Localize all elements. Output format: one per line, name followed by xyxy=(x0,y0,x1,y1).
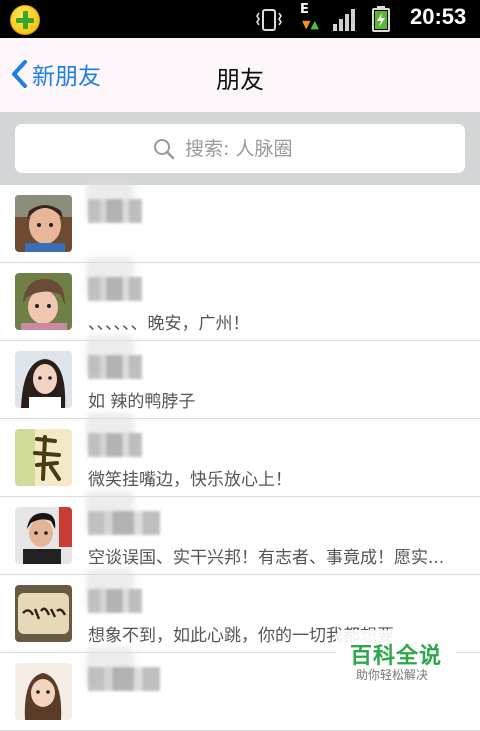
search-icon xyxy=(154,138,175,159)
avatar xyxy=(15,429,72,486)
watermark-sub: 助你轻松解决 xyxy=(356,668,429,682)
search-bar xyxy=(0,113,480,185)
vibrate-icon xyxy=(256,9,282,31)
data-type-label: E xyxy=(300,2,309,17)
signal-icon xyxy=(333,9,355,31)
title-bar: 新朋友 朋友 xyxy=(0,38,480,113)
avatar xyxy=(15,507,72,564)
friend-name xyxy=(88,433,142,457)
clock-time: 20:53 xyxy=(410,4,467,29)
friend-row[interactable]: 如 辣的鸭脖子 xyxy=(0,335,480,419)
page-title: 朋友 xyxy=(216,66,264,94)
avatar xyxy=(15,273,72,330)
qq-app-icon xyxy=(10,5,40,35)
friend-status: 、、、、、、晚安，广州！ xyxy=(88,314,250,334)
friend-row[interactable]: 微笑挂嘴边，快乐放心上！ xyxy=(0,413,480,497)
friend-name xyxy=(88,199,142,223)
watermark-logo: 百科全说 助你轻松解决 xyxy=(336,630,456,688)
avatar xyxy=(15,351,72,408)
friend-row[interactable] xyxy=(0,179,480,263)
friend-name xyxy=(88,589,142,613)
friend-name xyxy=(88,511,160,535)
friend-status: 微笑挂嘴边，快乐放心上！ xyxy=(88,470,292,490)
search-box[interactable] xyxy=(15,124,465,173)
friend-name xyxy=(88,277,142,301)
friend-status: 空谈误国、实干兴邦！有志者、事竟成！愿实... xyxy=(88,548,445,568)
friend-status: 如 辣的鸭脖子 xyxy=(88,392,196,412)
data-e-icon: E ▼▲ xyxy=(300,2,319,31)
friend-name xyxy=(88,355,142,379)
battery-charging-icon xyxy=(372,6,390,32)
status-bar: E ▼▲ 20:53 xyxy=(0,0,480,38)
friend-row[interactable]: 、、、、、、晚安，广州！ xyxy=(0,257,480,341)
avatar xyxy=(15,663,72,720)
friend-row[interactable]: 空谈误国、实干兴邦！有志者、事竟成！愿实... xyxy=(0,491,480,575)
friend-name xyxy=(88,667,160,691)
search-input[interactable] xyxy=(183,136,327,161)
avatar xyxy=(15,195,72,252)
avatar xyxy=(15,585,72,642)
